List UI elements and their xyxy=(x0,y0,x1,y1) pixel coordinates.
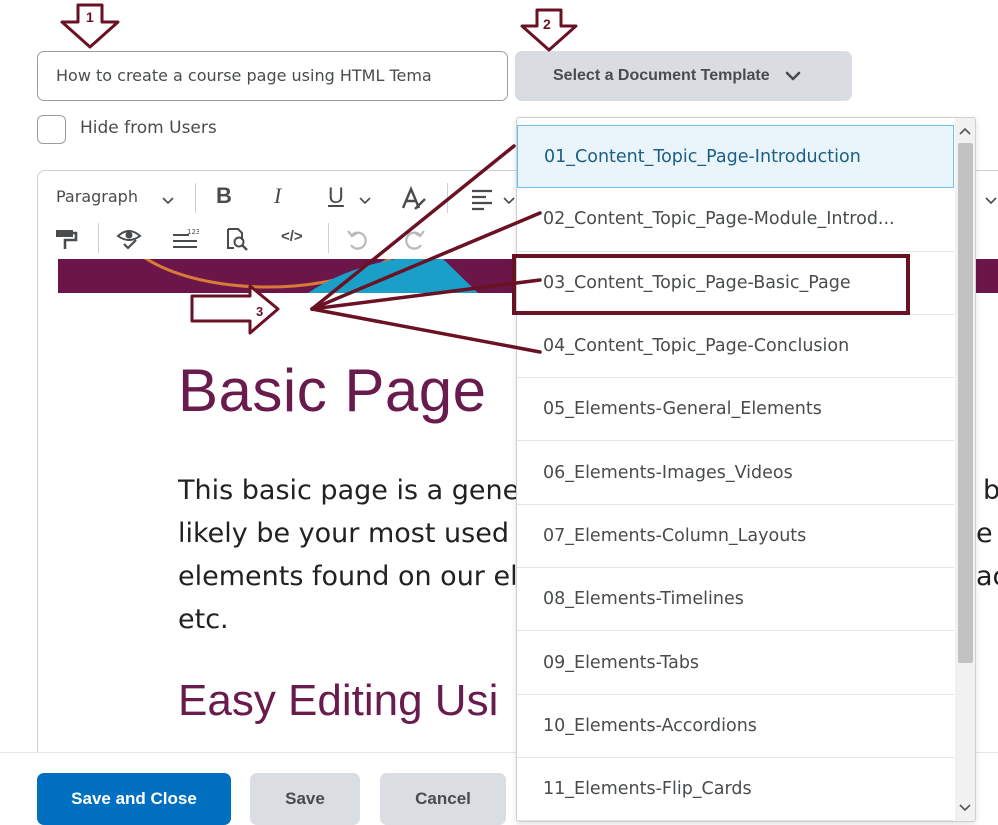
format-chevron-icon[interactable] xyxy=(161,193,175,207)
underline-chevron-icon[interactable] xyxy=(358,193,372,207)
template-item[interactable]: 04_Content_Topic_Page-Conclusion xyxy=(517,315,954,379)
marker-1-label: 1 xyxy=(86,9,94,25)
marker-2-arrow-icon: 2 xyxy=(520,8,578,52)
hide-from-users-label: Hide from Users xyxy=(80,118,217,138)
scroll-down-icon[interactable] xyxy=(959,803,971,813)
cancel-button[interactable]: Cancel xyxy=(380,773,506,825)
underline-button[interactable]: U xyxy=(328,183,344,209)
format-painter-icon[interactable] xyxy=(54,227,78,251)
template-dropdown[interactable]: 01_Content_Topic_Page-Introduction 02_Co… xyxy=(516,117,976,822)
accessibility-check-icon[interactable] xyxy=(116,226,142,250)
toolbar-divider xyxy=(328,223,329,253)
svg-text:123: 123 xyxy=(187,228,199,236)
select-template-label: Select a Document Template xyxy=(553,67,770,84)
template-item[interactable]: 07_Elements-Column_Layouts xyxy=(517,505,954,569)
template-item[interactable]: 08_Elements-Timelines xyxy=(517,568,954,632)
save-button[interactable]: Save xyxy=(250,773,360,825)
template-item[interactable]: 06_Elements-Images_Videos xyxy=(517,441,954,505)
more-chevron-icon[interactable] xyxy=(984,193,998,207)
page-heading: Basic Page xyxy=(178,357,487,424)
undo-icon[interactable] xyxy=(345,227,371,253)
scroll-up-icon[interactable] xyxy=(959,126,971,136)
body-right-fragment: e xyxy=(976,518,993,549)
section-heading: Easy Editing Usi xyxy=(178,676,499,725)
toolbar-divider xyxy=(447,183,448,213)
save-and-close-button[interactable]: Save and Close xyxy=(37,773,231,825)
align-icon[interactable] xyxy=(470,187,496,211)
title-input[interactable]: How to create a course page using HTML T… xyxy=(37,51,508,101)
redo-icon[interactable] xyxy=(401,227,427,253)
template-item[interactable]: 03_Content_Topic_Page-Basic_Page xyxy=(517,252,954,315)
source-code-button[interactable]: </> xyxy=(281,228,303,245)
body-right-fragment: ac xyxy=(976,561,998,592)
hide-from-users-checkbox[interactable] xyxy=(37,115,66,144)
bold-button[interactable]: B xyxy=(216,183,232,209)
template-item[interactable]: 11_Elements-Flip_Cards xyxy=(517,758,954,821)
select-template-button[interactable]: Select a Document Template xyxy=(515,51,852,101)
chevron-down-icon xyxy=(785,71,800,81)
marker-2-label: 2 xyxy=(543,16,551,32)
template-item[interactable]: 01_Content_Topic_Page-Introduction xyxy=(517,125,954,189)
text-style-icon[interactable] xyxy=(400,186,428,212)
toolbar-divider xyxy=(98,223,99,253)
template-item[interactable]: 09_Elements-Tabs xyxy=(517,631,954,695)
align-chevron-icon[interactable] xyxy=(502,193,516,207)
template-item[interactable]: 10_Elements-Accordions xyxy=(517,695,954,758)
word-count-icon[interactable]: 123 xyxy=(171,227,199,251)
template-list: 01_Content_Topic_Page-Introduction 02_Co… xyxy=(517,125,954,821)
toolbar-divider xyxy=(195,183,196,213)
dropdown-scrollbar[interactable] xyxy=(955,118,975,821)
format-select[interactable]: Paragraph xyxy=(56,187,138,206)
scroll-thumb[interactable] xyxy=(958,143,973,663)
marker-1-arrow-icon: 1 xyxy=(60,3,120,49)
template-item[interactable]: 05_Elements-General_Elements xyxy=(517,378,954,442)
body-right-fragment: b xyxy=(983,469,998,512)
italic-button[interactable]: I xyxy=(274,183,281,209)
template-item[interactable]: 02_Content_Topic_Page-Module_Introd... xyxy=(517,188,954,252)
find-replace-icon[interactable] xyxy=(224,226,250,252)
